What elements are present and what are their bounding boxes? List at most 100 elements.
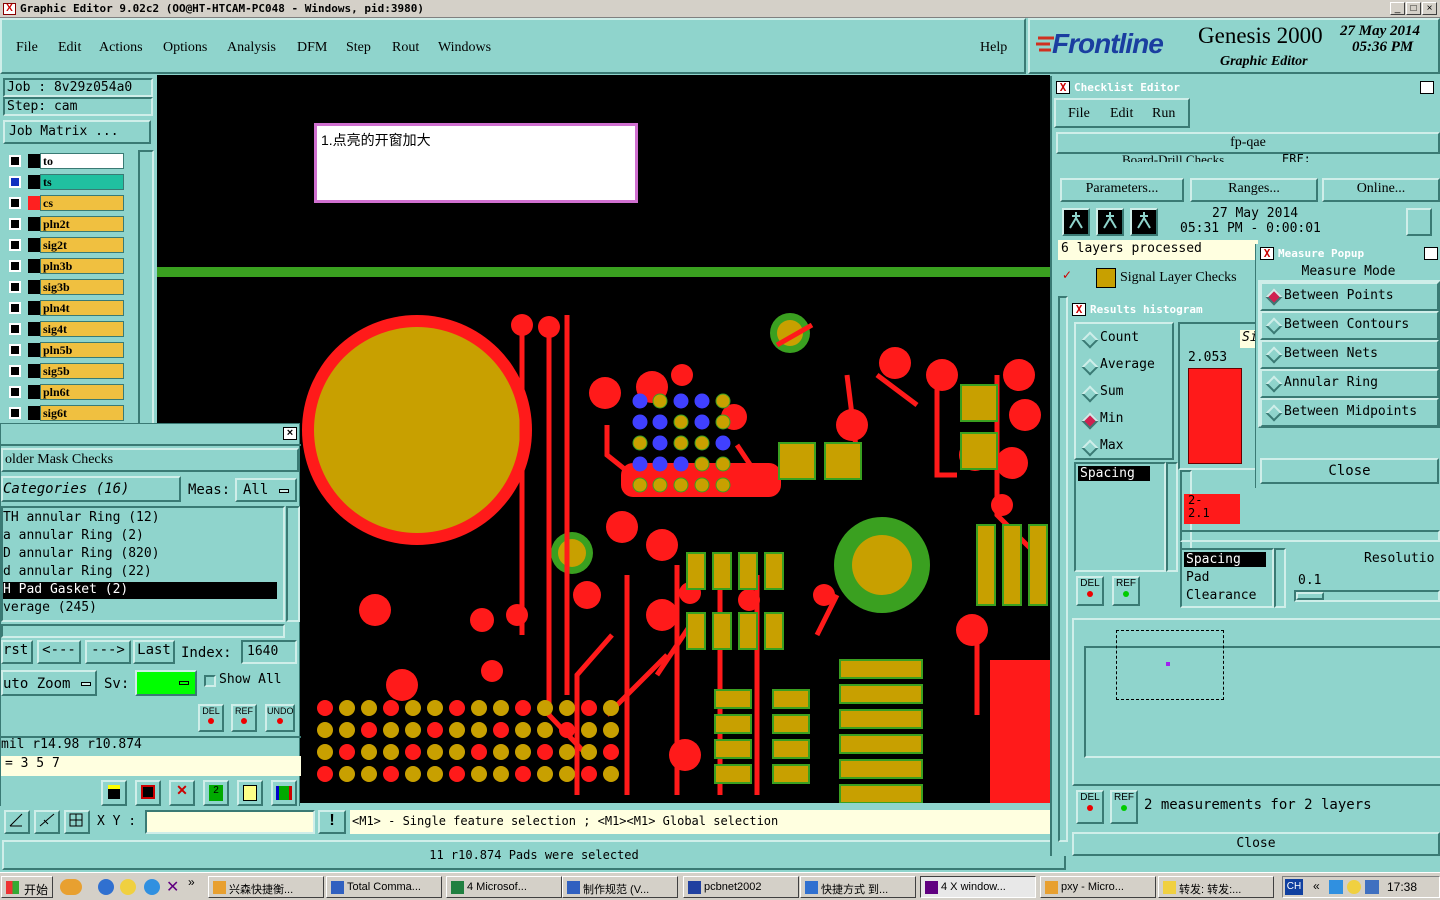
bga-pad[interactable] [673, 435, 689, 451]
layer-name[interactable]: pln6t [40, 384, 124, 400]
tray-network-icon[interactable] [1329, 880, 1343, 894]
bga-pad[interactable] [537, 700, 553, 716]
run-icon[interactable] [1062, 208, 1090, 236]
bga-pad[interactable] [652, 393, 668, 409]
bga-pad[interactable] [471, 766, 487, 782]
bga-pad[interactable] [652, 435, 668, 451]
signal-check-checkbox[interactable]: ✓ [1062, 269, 1074, 282]
menu-windows[interactable]: Windows [438, 40, 491, 56]
bga-pad[interactable] [673, 414, 689, 430]
parameters-button[interactable]: Parameters... [1060, 178, 1184, 202]
start-button[interactable]: 开始 [1, 876, 53, 898]
layer-row-2[interactable]: cs [6, 194, 126, 212]
menu-dfm[interactable]: DFM [297, 40, 327, 56]
categories-button[interactable]: Categories (16) [1, 476, 181, 502]
taskbar-task[interactable]: 4 Microsof... [446, 876, 562, 898]
bga-pad[interactable] [715, 414, 731, 430]
run-status-icon[interactable] [1406, 208, 1432, 236]
measure-tool-icon[interactable] [4, 810, 30, 834]
bga-pad[interactable] [515, 722, 531, 738]
bga-pad[interactable] [652, 414, 668, 430]
taskbar-task[interactable]: Total Comma... [326, 876, 442, 898]
bga-pad[interactable] [537, 744, 553, 760]
bga-pad[interactable] [427, 744, 443, 760]
bga-pad[interactable] [632, 477, 648, 493]
bga-pad[interactable] [449, 744, 465, 760]
bga-pad[interactable] [694, 456, 710, 472]
layer-name[interactable]: sig4t [40, 321, 124, 337]
layer-name[interactable]: sig3b [40, 279, 124, 295]
bga-pad[interactable] [449, 700, 465, 716]
mode-radio-max[interactable] [1081, 439, 1099, 457]
layer-row-9[interactable]: pln5b [6, 341, 126, 359]
layer-name[interactable]: cs [40, 195, 124, 211]
checklist-menu-edit[interactable]: Edit [1110, 106, 1133, 122]
layer-name[interactable]: ts [40, 174, 124, 190]
menu-help[interactable]: Help [980, 40, 1007, 56]
measure-option-radio[interactable] [1265, 404, 1283, 422]
histogram-icon[interactable] [271, 780, 297, 806]
bga-pad[interactable] [317, 722, 333, 738]
bga-pad[interactable] [493, 722, 509, 738]
bga-pad[interactable] [559, 722, 575, 738]
spacing-list[interactable]: Spacing Pad Clearance [1180, 548, 1274, 608]
zoom-select[interactable]: uto Zoom [1, 670, 97, 696]
bga-pad[interactable] [632, 435, 648, 451]
layer-row-7[interactable]: pln4t [6, 299, 126, 317]
menu-actions[interactable]: Actions [99, 40, 143, 56]
bga-pad[interactable] [559, 766, 575, 782]
taskbar-task[interactable]: 制作规范 (V... [562, 876, 678, 898]
bga-pad[interactable] [537, 722, 553, 738]
bga-pad[interactable] [427, 766, 443, 782]
bga-pad[interactable] [694, 414, 710, 430]
first-button[interactable]: rst [1, 640, 33, 664]
bga-pad[interactable] [515, 744, 531, 760]
taskbar-task[interactable]: pxy - Micro... [1040, 876, 1156, 898]
spacing-list-item[interactable]: Clearance [1184, 588, 1256, 603]
bga-pad[interactable] [673, 393, 689, 409]
layer-checkbox[interactable] [9, 365, 21, 377]
mode-radio-sum[interactable] [1081, 385, 1099, 403]
category-list[interactable]: TH annular Ring (12) a annular Ring (2) D … [1, 506, 285, 622]
measure-angle-icon[interactable] [34, 810, 60, 834]
layer-row-1[interactable]: ts [6, 173, 126, 191]
layer-row-6[interactable]: sig3b [6, 278, 126, 296]
bga-pad[interactable] [603, 744, 619, 760]
bga-pad[interactable] [559, 700, 575, 716]
bga-pad[interactable] [449, 766, 465, 782]
layer-checkbox[interactable] [9, 323, 21, 335]
measure-preview[interactable] [1084, 630, 1440, 758]
menu-analysis[interactable]: Analysis [227, 40, 276, 56]
spacing-list-scrollbar[interactable] [1274, 548, 1286, 608]
layer-list-scrollbar[interactable] [138, 150, 154, 426]
bga-pad[interactable] [339, 700, 355, 716]
last-button[interactable]: Last [133, 640, 175, 664]
histogram-ref-button[interactable]: REF [1112, 576, 1140, 606]
bga-pad[interactable] [383, 744, 399, 760]
cross-icon[interactable]: ✕ [169, 780, 195, 806]
bga-pad[interactable] [317, 766, 333, 782]
layer-name[interactable]: sig2t [40, 237, 124, 253]
ranges-button[interactable]: Ranges... [1190, 178, 1318, 202]
bga-pad[interactable] [317, 744, 333, 760]
bga-pad[interactable] [471, 700, 487, 716]
bga-pad[interactable] [361, 700, 377, 716]
menu-options[interactable]: Options [163, 40, 207, 56]
xy-input[interactable] [145, 810, 315, 834]
menu-rout[interactable]: Rout [392, 40, 419, 56]
checklist-left-scrollbar[interactable] [1058, 296, 1068, 842]
green-number-icon[interactable]: 2 [203, 780, 229, 806]
measure-option-radio[interactable] [1265, 346, 1283, 364]
bga-pad[interactable] [673, 456, 689, 472]
bga-pad[interactable] [632, 393, 648, 409]
measure-option-row[interactable]: Annular Ring [1260, 369, 1439, 398]
category-item[interactable]: verage (245) [3, 600, 277, 617]
layer-red-icon[interactable] [135, 780, 161, 806]
measure-option-row[interactable]: Between Midpoints [1260, 398, 1439, 427]
tray-monitor-icon[interactable] [1365, 880, 1379, 894]
panel-close-icon[interactable]: × [283, 427, 297, 440]
histogram-list-scrollbar[interactable] [1166, 462, 1178, 572]
x-icon[interactable]: ✕ [166, 877, 179, 897]
bga-pad[interactable] [632, 456, 648, 472]
checklist-menu-file[interactable]: File [1068, 106, 1090, 122]
